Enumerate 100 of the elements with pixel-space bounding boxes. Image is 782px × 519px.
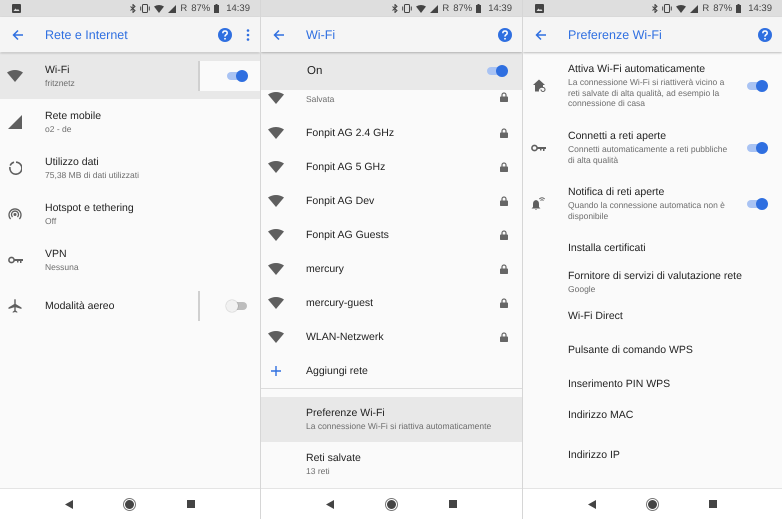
settings-item[interactable]: Reti salvate 13 reti [261,442,522,487]
screen-title: Preferenze Wi-Fi [568,28,663,42]
network-item[interactable]: Fonpit AG Guests [261,218,522,252]
settings-item[interactable]: Preferenze Wi-Fi La connessione Wi-Fi si riattiva automaticamente [261,397,522,442]
lock-icon [500,332,508,342]
add-network-item[interactable]: Aggiungi rete [261,354,522,388]
network-name: Fonpit AG Dev [306,195,374,207]
settings-item[interactable]: Inserimento PIN WPS [523,367,782,402]
setting-title: Reti salvate [306,452,362,464]
bluetooth-icon [130,4,136,13]
setting-summary: Off [45,216,58,226]
back-arrow-icon[interactable] [535,28,547,40]
settings-item[interactable]: Indirizzo MAC [523,401,782,442]
image-notification-icon [535,4,544,13]
wifi-status-icon [676,4,686,12]
vibrate-icon [140,4,150,13]
back-nav-icon[interactable] [65,500,74,508]
wifi-icon [268,263,284,275]
network-item[interactable]: Fonpit AG 5 GHz [261,150,522,184]
help-icon[interactable] [498,28,512,42]
toggle-switch[interactable] [746,198,768,210]
wifi-icon [268,127,284,139]
setting-summary: o2 - de [45,124,72,134]
lock-icon [500,128,508,138]
setting-title: Utilizzo dati [45,156,100,168]
setting-summary: 13 reti [306,466,331,477]
clock: 14:39 [226,3,250,14]
setting-title: Indirizzo MAC [568,409,634,422]
network-name: Fonpit AG Guests [306,229,389,241]
network-item[interactable]: WLAN-Netzwerk [261,320,522,354]
setting-title: Modalità aereo [45,300,116,312]
toggle-switch[interactable] [226,300,248,312]
setting-summary: 75,38 MB di dati utilizzati [45,170,140,180]
back-nav-icon[interactable] [588,500,596,508]
settings-item[interactable]: Pulsante di comando WPS [523,333,782,368]
vibrate-icon [402,4,412,13]
back-arrow-icon[interactable] [273,28,285,40]
signal-icon [8,115,22,129]
home-nav-icon[interactable] [384,498,398,510]
back-nav-icon[interactable] [326,500,334,508]
settings-item[interactable]: Utilizzo dati 75,38 MB di dati utilizzati [0,145,260,191]
setting-title: Fornitore di servizi di valutazione rete [568,270,743,282]
battery-percentage: 87% [713,3,732,14]
toggle-switch[interactable] [226,70,248,82]
network-name: Fonpit AG 5 GHz [306,161,386,173]
settings-item[interactable]: Connetti a reti aperte Connetti automaticamente a reti pubbliche di alta qualità [523,118,782,176]
home-nav-icon[interactable] [646,498,659,510]
settings-item[interactable]: Installa certificati [523,231,782,266]
setting-summary: Quando la connessione automatica non è disponibile [568,200,726,222]
airplane-icon [8,299,22,313]
image-notification-icon [12,4,21,13]
roaming-indicator: R [442,3,450,14]
network-item[interactable]: mercury-guest [261,286,522,320]
network-item[interactable]: mercury [261,252,522,286]
back-arrow-icon[interactable] [12,28,24,40]
network-item[interactable]: Fonpit AG 2.4 GHz [261,116,522,150]
settings-item[interactable]: Hotspot e tethering Off [0,191,260,237]
screen-title: Rete e Internet [45,28,129,42]
roaming-indicator: R [702,3,710,14]
home-nav-icon[interactable] [123,498,136,510]
wifi-icon [7,70,23,82]
hotspot-icon [8,207,22,221]
wifi-icon [268,297,284,309]
lock-icon [500,298,508,308]
recents-nav-icon[interactable] [448,500,457,508]
wifi-icon [268,229,284,241]
settings-item[interactable]: Wi-Fi Direct [523,299,782,334]
recents-nav-icon[interactable] [186,500,195,508]
setting-summary: La connessione Wi-Fi si riattiverà vicino a reti salvate di alta qualità, ad esempio la connessione di casa [568,77,726,109]
settings-item[interactable]: Fornitore di servizi di valutazione rete Google [523,265,782,300]
signal-status-icon [168,4,176,12]
overflow-menu-icon[interactable] [246,28,250,40]
help-icon[interactable] [218,28,232,42]
lock-icon [500,264,508,274]
settings-item[interactable]: Wi-Fi fritznetz [0,53,260,99]
setting-summary: Connetti automaticamente a reti pubbliche di alta qualità [568,144,728,166]
network-item[interactable]: Fonpit AG Dev [261,184,522,218]
toggle-switch[interactable] [486,65,508,77]
toggle-switch[interactable] [746,80,768,92]
bell-wifi-icon [531,196,546,212]
network-name: WLAN-Netzwerk [306,331,384,343]
wifi-icon [268,195,284,207]
add-network-label: Aggiungi rete [306,365,368,377]
settings-item[interactable]: Rete mobile o2 - de [0,99,260,145]
settings-item[interactable]: Notifica di reti aperte Quando la connessione automatica non è disponibile [523,175,782,232]
settings-item[interactable]: Indirizzo IP [523,441,782,482]
setting-title: Rete mobile [45,110,102,122]
settings-item[interactable]: Attiva Wi-Fi automaticamente La connessione Wi-Fi si riattiverà vicino a reti salvate di alta qualità, ad esempio la connessione di casa [523,52,782,119]
wifi-icon [268,92,284,104]
settings-item[interactable]: VPN Nessuna [0,237,260,283]
settings-item[interactable]: Modalità aereo [0,283,260,329]
setting-title: Installa certificati [568,242,647,254]
bluetooth-icon [652,4,658,13]
toggle-switch[interactable] [746,142,768,154]
help-icon[interactable] [758,28,772,42]
master-switch-bar[interactable]: On [261,52,522,90]
lock-icon [500,196,508,206]
setting-title: Inserimento PIN WPS [568,378,672,390]
network-status: Salvata [306,94,334,105]
network-item[interactable]: Salvata [261,90,522,116]
